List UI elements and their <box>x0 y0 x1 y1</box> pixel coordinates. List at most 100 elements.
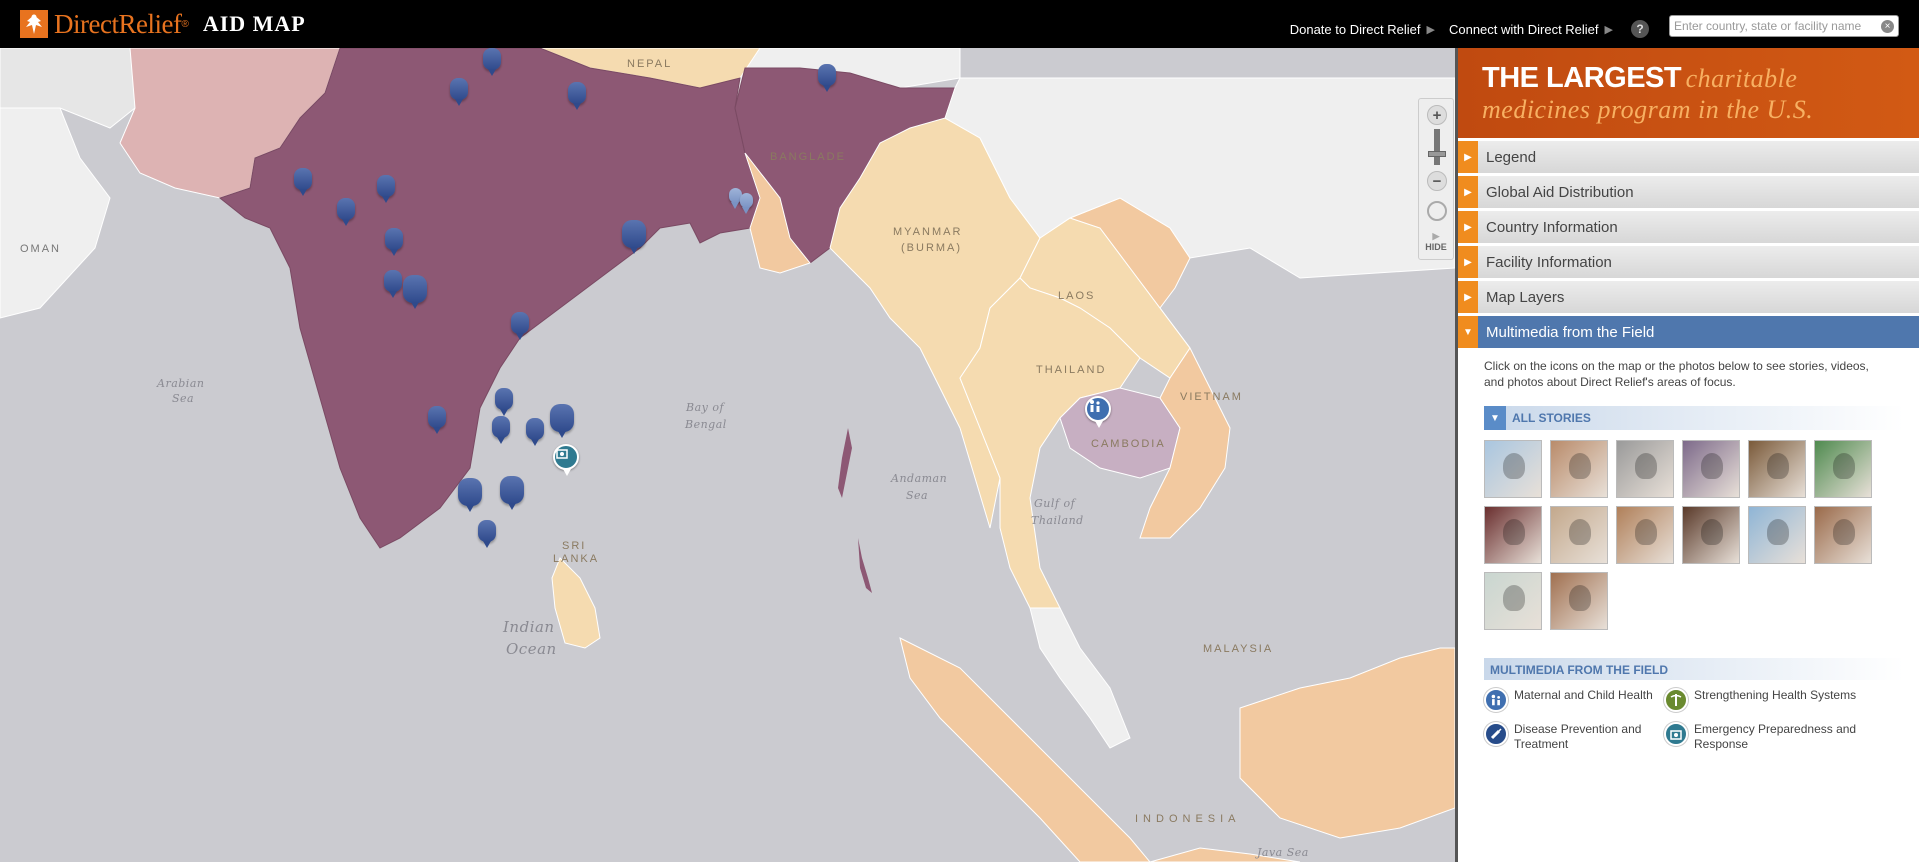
facility-pin[interactable] <box>384 270 402 298</box>
label-indian: Indian <box>503 618 555 636</box>
hide-controls-button[interactable]: ▶ HIDE <box>1419 231 1453 252</box>
winged-figure-icon <box>18 8 50 40</box>
story-thumbnail-nurse[interactable] <box>1550 506 1608 564</box>
accordion-map-layers[interactable]: ▶ Map Layers <box>1458 281 1919 313</box>
story-thumbnail-truck[interactable] <box>1814 440 1872 498</box>
accordion-global-aid[interactable]: ▶ Global Aid Distribution <box>1458 176 1919 208</box>
globe-icon[interactable] <box>1427 201 1447 221</box>
label-bay-of: Bay of <box>686 401 725 414</box>
facility-pin[interactable] <box>403 275 427 309</box>
facility-pin[interactable] <box>495 388 513 416</box>
zoom-control: + − ▶ HIDE <box>1418 98 1454 260</box>
facility-pin[interactable] <box>450 78 468 106</box>
tagline-banner: THE LARGEST charitable medicines program… <box>1458 48 1919 138</box>
arrow-right-icon: ▶ <box>1432 231 1440 241</box>
help-icon[interactable]: ? <box>1631 20 1649 38</box>
legend-label: Strengthening Health Systems <box>1694 688 1857 702</box>
expand-arrow-icon: ▶ <box>1458 246 1478 278</box>
label-indian-ocean: Ocean <box>506 640 557 658</box>
story-thumbnail-smiling-woman[interactable] <box>1682 506 1740 564</box>
facility-pin[interactable] <box>428 406 446 434</box>
medkit-icon <box>1664 722 1688 746</box>
facility-pin[interactable] <box>337 198 355 226</box>
label-lanka: LANKA <box>553 553 600 565</box>
expand-arrow-icon: ▶ <box>1458 281 1478 313</box>
mother-child-icon[interactable] <box>1085 396 1111 428</box>
photo-icon <box>1833 519 1855 545</box>
tagline-bold: THE LARGEST <box>1482 62 1682 94</box>
accordion-legend[interactable]: ▶ Legend <box>1458 141 1919 173</box>
facility-pin[interactable] <box>568 82 586 110</box>
direct-relief-logo[interactable]: DirectRelief ® AID MAP <box>18 8 306 40</box>
story-thumbnail-child-paper[interactable] <box>1550 440 1608 498</box>
label-oman: OMAN <box>20 243 61 255</box>
story-thumbnail-medicine-box[interactable] <box>1484 572 1542 630</box>
accordion-label: Multimedia from the Field <box>1486 323 1655 341</box>
facility-pin[interactable] <box>500 476 524 510</box>
accordion-country-info[interactable]: ▶ Country Information <box>1458 211 1919 243</box>
accordion-facility-info[interactable]: ▶ Facility Information <box>1458 246 1919 278</box>
facility-pin[interactable] <box>385 228 403 256</box>
connect-link[interactable]: Connect with Direct Relief ▶ <box>1449 22 1613 37</box>
story-thumbnail-map[interactable] <box>1484 440 1542 498</box>
label-andaman: Andaman <box>891 472 948 485</box>
all-stories-label: ALL STORIES <box>1512 411 1591 425</box>
label-nepal: NEPAL <box>627 58 673 70</box>
zoom-out-button[interactable]: − <box>1427 171 1447 191</box>
facility-pin[interactable] <box>294 168 312 196</box>
label-laos: LAOS <box>1058 290 1096 302</box>
facility-pin[interactable] <box>622 220 646 254</box>
story-thumbnail-portrait-bw[interactable] <box>1616 440 1674 498</box>
facility-pin[interactable] <box>377 175 395 203</box>
label-malaysia: MALAYSIA <box>1203 643 1274 655</box>
hide-label: HIDE <box>1425 242 1447 252</box>
zoom-slider-track[interactable] <box>1434 129 1440 165</box>
all-stories-toggle[interactable]: ▼ ALL STORIES <box>1484 406 1904 430</box>
story-thumbnail-medical-staff[interactable] <box>1748 506 1806 564</box>
facility-pin[interactable] <box>818 64 836 92</box>
expand-arrow-icon: ▶ <box>1458 176 1478 208</box>
collapse-arrow-icon: ▼ <box>1484 406 1506 430</box>
facility-pin[interactable] <box>478 520 496 548</box>
clear-search-icon[interactable]: × <box>1881 20 1894 33</box>
medkit-icon[interactable] <box>553 444 579 476</box>
zoom-slider-handle[interactable] <box>1428 151 1446 157</box>
story-thumbnail-man-portrait[interactable] <box>1748 440 1806 498</box>
expand-arrow-icon: ▶ <box>1458 141 1478 173</box>
story-thumbnail-group-photo[interactable] <box>1550 572 1608 630</box>
story-thumbnail-child-red[interactable] <box>1484 506 1542 564</box>
facility-pin[interactable] <box>526 418 544 446</box>
header-links: Donate to Direct Relief ▶ Connect with D… <box>1290 20 1649 38</box>
donate-link-label: Donate to Direct Relief <box>1289 21 1421 37</box>
syringe-icon <box>1484 722 1508 746</box>
facility-pin[interactable] <box>458 478 482 512</box>
accordion-label: Global Aid Distribution <box>1486 183 1634 201</box>
photo-icon <box>1701 453 1723 479</box>
facility-pin[interactable] <box>511 312 529 340</box>
legend-maternal-child: Maternal and Child Health <box>1484 688 1664 712</box>
top-bar: DirectRelief ® AID MAP Donate to Direct … <box>0 0 1919 48</box>
accordion-label: Facility Information <box>1486 253 1612 271</box>
facility-pin[interactable] <box>740 193 753 214</box>
photo-icon <box>1569 585 1591 611</box>
connect-link-label: Connect with Direct Relief <box>1448 21 1599 37</box>
story-thumbnail-woman-scarf[interactable] <box>1616 506 1674 564</box>
donate-link[interactable]: Donate to Direct Relief ▶ <box>1290 22 1435 37</box>
search-input[interactable] <box>1670 16 1870 36</box>
legend-disease-prevention: Disease Prevention and Treatment <box>1484 722 1664 752</box>
accordion-multimedia[interactable]: ▼ Multimedia from the Field <box>1458 316 1919 348</box>
mother-child-icon <box>1484 688 1508 712</box>
facility-pin[interactable] <box>492 416 510 444</box>
facility-pin[interactable] <box>483 48 501 76</box>
aid-map[interactable]: OMAN NEPAL BANGLADE MYANMAR (BURMA) LAOS… <box>0 48 1455 862</box>
photo-icon <box>1569 453 1591 479</box>
multimedia-legend: Maternal and Child Health Strengthening … <box>1484 688 1904 752</box>
accordion-label: Legend <box>1486 148 1537 166</box>
legend-emergency: Emergency Preparedness and Response <box>1664 722 1864 752</box>
story-thumbnail-crowd[interactable] <box>1682 440 1740 498</box>
zoom-in-button[interactable]: + <box>1427 105 1447 125</box>
label-gulf-thailand: Thailand <box>1031 514 1084 527</box>
facility-pin[interactable] <box>550 404 574 438</box>
label-thailand: THAILAND <box>1036 364 1107 376</box>
story-thumbnail-building[interactable] <box>1814 506 1872 564</box>
